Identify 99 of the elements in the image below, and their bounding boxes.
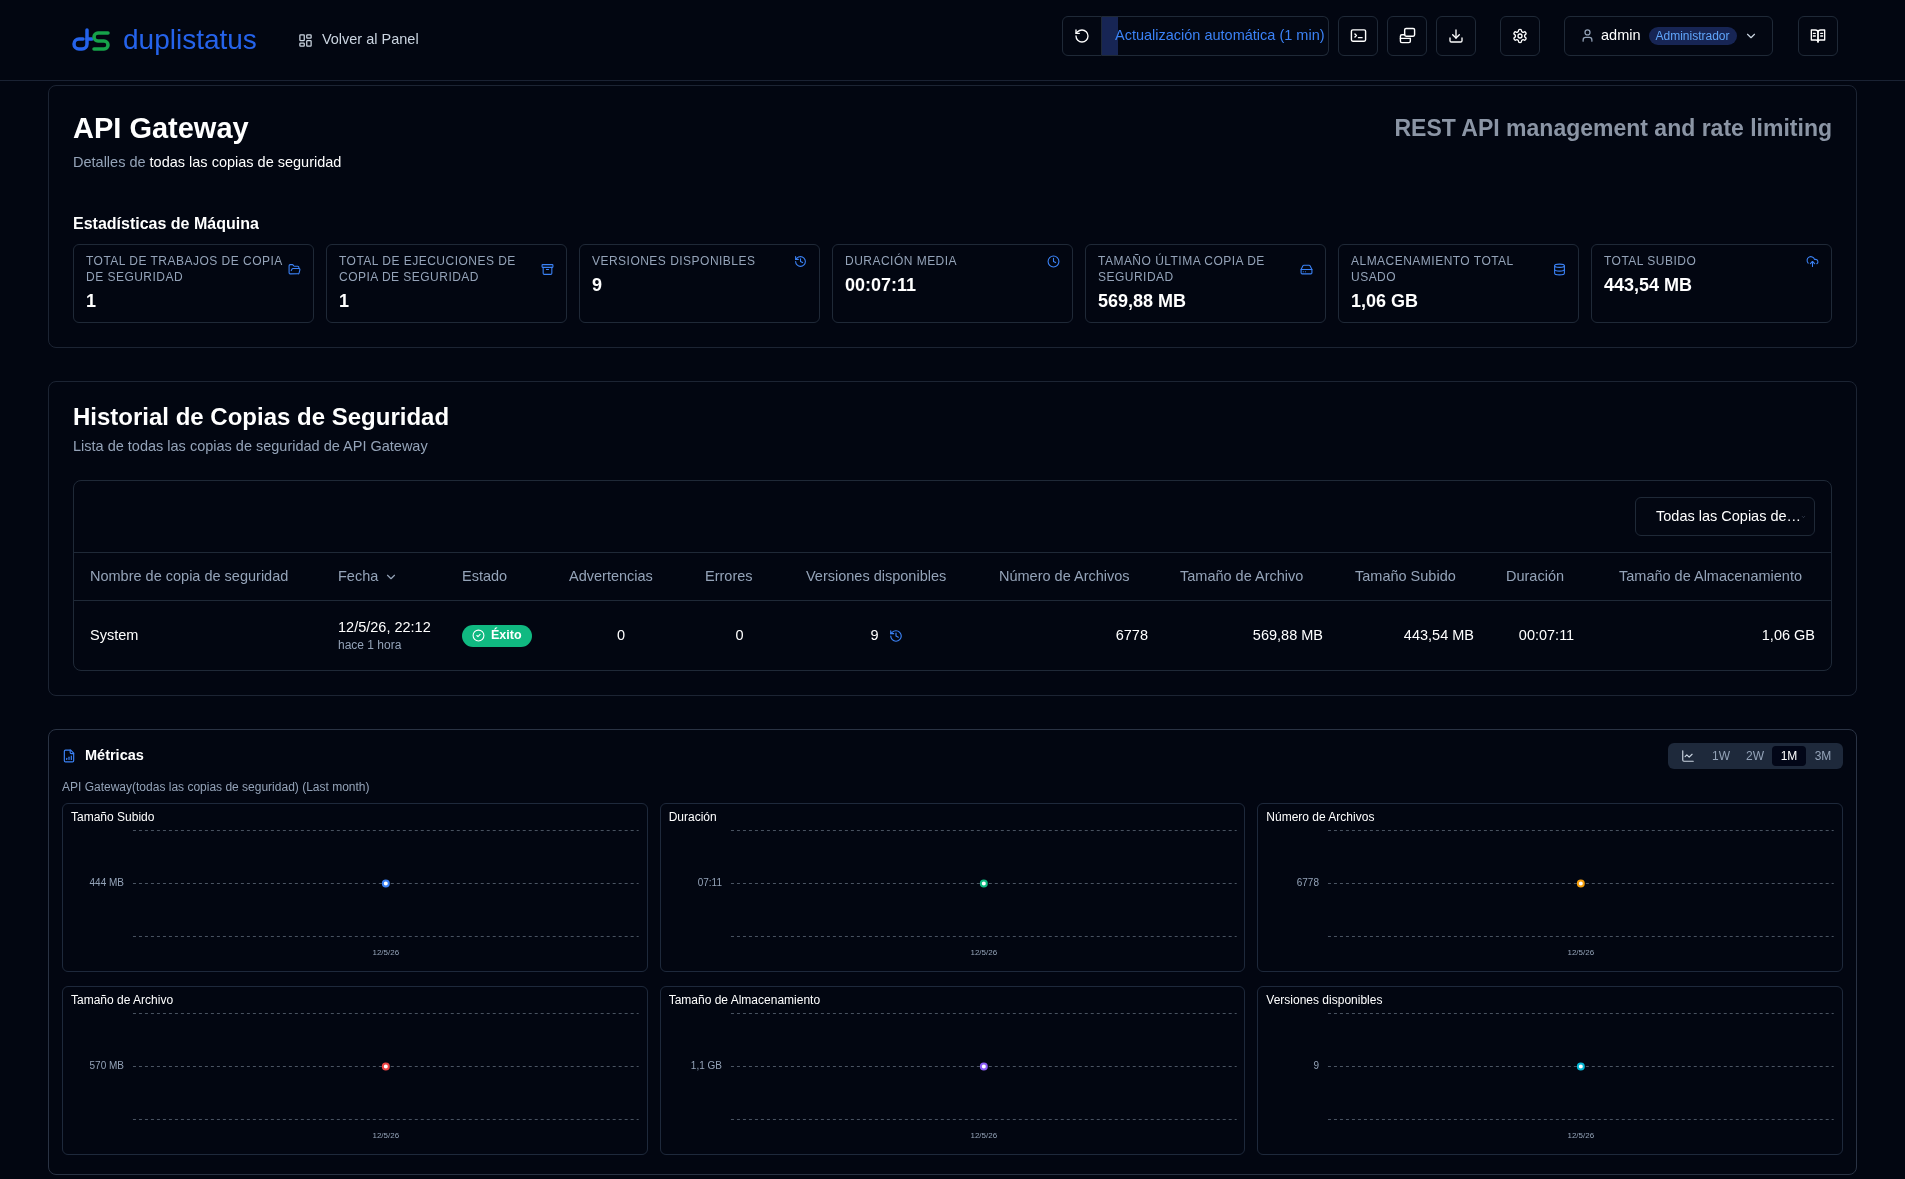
book-icon xyxy=(1810,27,1826,44)
backup-date: 12/5/26, 22:12 xyxy=(338,618,430,637)
stat-value: 1 xyxy=(339,290,350,313)
back-link[interactable]: Volver al Panel xyxy=(297,29,419,51)
windows-icon xyxy=(1398,27,1416,44)
stat-label: TOTAL DE TRABAJOS DE COPIA DE SEGURIDAD xyxy=(86,253,284,285)
table-cell-text: 0 xyxy=(615,625,627,645)
table-cell-text: 0 xyxy=(734,625,745,645)
axis-label: 6778 xyxy=(1297,877,1320,889)
axis-label: 12/5/26 xyxy=(970,948,997,958)
line-chart-icon xyxy=(1680,749,1695,763)
stat-label: TAMAÑO ÚLTIMA COPIA DE SEGURIDAD xyxy=(1098,253,1266,285)
history-icon xyxy=(794,254,807,268)
table-cell-text: 569,88 MB xyxy=(1251,625,1324,645)
stat-label: DURACIÓN MEDIA xyxy=(845,253,959,269)
download-button[interactable] xyxy=(1436,15,1476,56)
section-subtitle: Lista de todas las copias de seguridad de API Gateway xyxy=(73,437,429,456)
stat-label: TOTAL SUBIDO xyxy=(1604,253,1698,269)
cloud-upload-icon xyxy=(1806,254,1819,268)
column-header: Número de Archivos xyxy=(998,566,1131,586)
settings-icon xyxy=(1512,27,1528,44)
relative-time: hace 1 hora xyxy=(338,637,403,653)
role-badge: Administrador xyxy=(1648,26,1737,45)
chart-title: Versiones disponibles xyxy=(1265,992,1384,1009)
range-tab[interactable]: 1W xyxy=(1704,746,1738,766)
axis-label: 1,1 GB xyxy=(690,1060,722,1072)
terminal-icon xyxy=(1349,27,1367,44)
axis-label: 12/5/26 xyxy=(372,948,400,958)
axis-label: 570 MB xyxy=(89,1060,124,1072)
machine-title: API Gateway xyxy=(73,111,249,146)
book-button[interactable] xyxy=(1798,15,1838,56)
stat-value: 1 xyxy=(86,290,97,313)
column-header: Tamaño Subido xyxy=(1354,566,1457,586)
logo-icon xyxy=(72,28,111,52)
column-header: Advertencias xyxy=(568,566,654,586)
axis-label: 07:11 xyxy=(697,877,722,889)
range-tab[interactable]: 3M xyxy=(1806,746,1840,766)
status-label: Éxito xyxy=(491,626,522,645)
chart-title: Tamaño Subido xyxy=(70,809,156,826)
section-title: Estadísticas de Máquina xyxy=(73,214,260,234)
app-name: duplistatus xyxy=(123,26,257,54)
axis-label: 12/5/26 xyxy=(372,1131,400,1141)
machine-subtitle: Detalles de todas las copias de seguridad xyxy=(73,153,343,172)
axis-label: 12/5/26 xyxy=(1567,1131,1595,1141)
chart-title: Tamaño de Almacenamiento xyxy=(667,992,822,1009)
terminal-button[interactable] xyxy=(1338,15,1378,56)
table-cell-text: 443,54 MB xyxy=(1402,625,1475,645)
section-title: Historial de Copias de Seguridad xyxy=(73,402,451,432)
dashboard-icon xyxy=(297,32,313,48)
check-circle-icon xyxy=(472,629,485,642)
column-header: Tamaño de Almacenamiento xyxy=(1618,566,1803,586)
chart-title: Número de Archivos xyxy=(1265,809,1376,826)
chart-title: Tamaño de Archivo xyxy=(70,992,175,1009)
database-icon xyxy=(1553,262,1566,276)
stat-value: 9 xyxy=(592,274,603,297)
axis-label: 444 MB xyxy=(89,877,124,889)
axis-label: 9 xyxy=(1313,1060,1320,1072)
column-header: Nombre de copia de seguridad xyxy=(89,566,290,586)
range-tab[interactable]: 2W xyxy=(1738,746,1772,766)
range-tab[interactable]: 1M xyxy=(1772,746,1806,766)
table-cell-text: 6778 xyxy=(1114,625,1149,645)
refresh-button[interactable] xyxy=(1062,15,1102,56)
stat-label: VERSIONES DISPONIBLES xyxy=(592,253,757,269)
folder-open-icon xyxy=(288,262,301,276)
download-icon xyxy=(1448,27,1464,44)
machine-description: REST API management and rate limiting xyxy=(1394,114,1832,143)
stat-value: 1,06 GB xyxy=(1351,290,1420,313)
file-chart-icon xyxy=(62,749,76,763)
stat-label: ALMACENAMIENTO TOTAL USADO xyxy=(1351,253,1515,285)
history-icon xyxy=(888,628,903,643)
panel-title: Métricas xyxy=(85,746,144,766)
column-header: Errores xyxy=(704,566,754,586)
axis-label: 12/5/26 xyxy=(1567,948,1595,958)
windows-button[interactable] xyxy=(1387,15,1427,56)
axis-label: 12/5/26 xyxy=(970,1131,997,1141)
table-cell-text: 00:07:11 xyxy=(1517,625,1576,645)
auto-refresh-button[interactable]: Actualización automática (1 min) xyxy=(1102,15,1329,56)
archive-icon xyxy=(541,262,554,276)
stat-value: 00:07:11 xyxy=(845,274,918,297)
user-icon xyxy=(1580,28,1595,43)
hard-drive-icon xyxy=(1300,262,1313,276)
stat-value: 443,54 MB xyxy=(1604,274,1694,297)
metrics-subtitle: API Gateway(todas las copias de seguridad) (Last month) xyxy=(62,779,371,795)
settings-button[interactable] xyxy=(1500,15,1540,56)
user-menu-button[interactable]: admin Administrador xyxy=(1564,15,1773,56)
clock-icon xyxy=(1047,254,1060,268)
column-header: Versiones disponibles xyxy=(805,566,948,586)
column-header: Duración xyxy=(1505,566,1566,586)
table-cell-text: 1,06 GB xyxy=(1760,625,1816,645)
stat-value: 569,88 MB xyxy=(1098,290,1188,313)
table-cell-text: System xyxy=(89,625,140,645)
column-header: Tamaño de Archivo xyxy=(1179,566,1305,586)
stat-label: TOTAL DE EJECUCIONES DE COPIA DE SEGURIDAD xyxy=(339,253,517,285)
filter-dropdown[interactable]: Todas las Copias de… xyxy=(1635,497,1815,536)
versions-count: 9 xyxy=(870,625,879,645)
refresh-icon xyxy=(1074,27,1090,44)
column-header[interactable]: Fecha xyxy=(322,553,446,600)
column-header: Estado xyxy=(461,566,509,586)
chart-title: Duración xyxy=(667,809,718,826)
